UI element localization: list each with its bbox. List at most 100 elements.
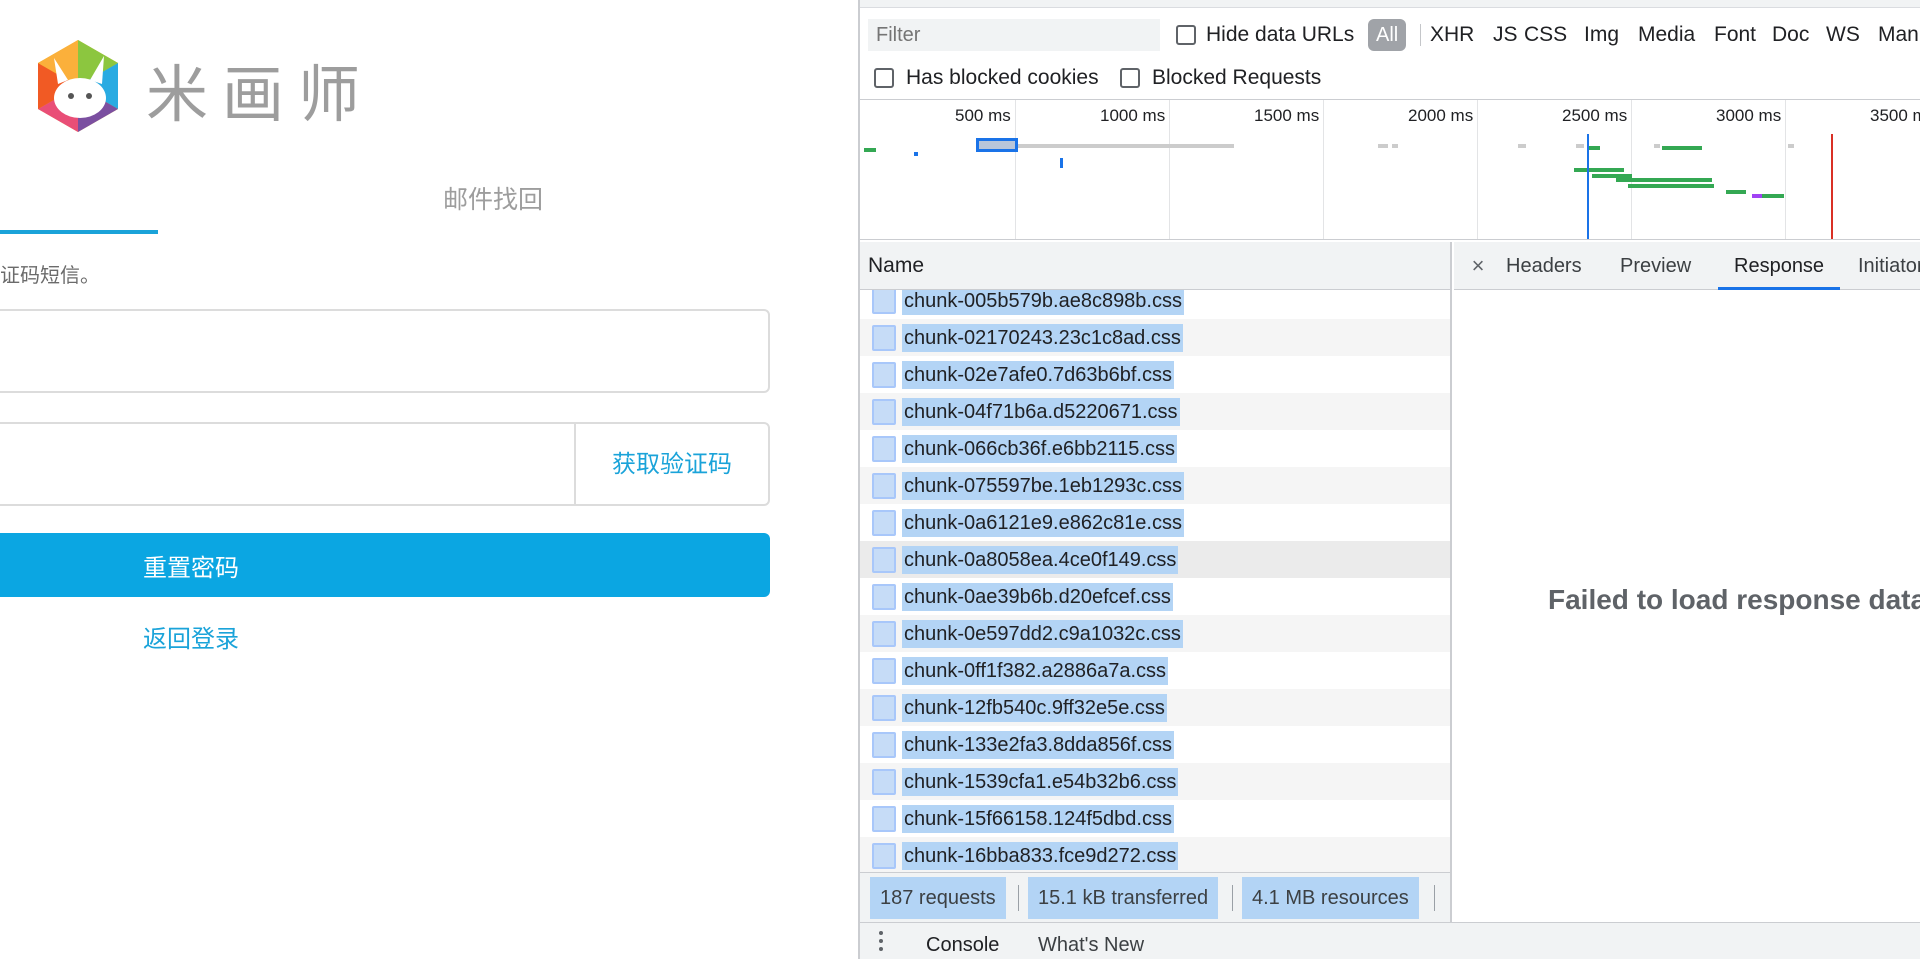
timeline-gridline: [1015, 100, 1016, 239]
response-panel: Failed to load response data: [1454, 290, 1920, 922]
type-filter-doc[interactable]: Doc: [1772, 19, 1809, 51]
request-row[interactable]: chunk-02170243.23c1c8ad.css: [860, 319, 1450, 356]
filter-toolbar: Hide data URLs All XHR JS CSS Img Media …: [860, 8, 1920, 62]
request-row[interactable]: chunk-075597be.1eb1293c.css: [860, 467, 1450, 504]
request-row[interactable]: chunk-0ff1f382.a2886a7a.css: [860, 652, 1450, 689]
timeline-tick-label: 500 ms: [955, 106, 1011, 125]
type-filter-ws[interactable]: WS: [1826, 19, 1860, 51]
summary-resources: 4.1 MB resources: [1242, 877, 1419, 919]
mihuashi-logo-icon: [38, 40, 118, 132]
hide-data-urls-checkbox[interactable]: [1176, 25, 1196, 45]
timeline-gridline: [1323, 100, 1324, 239]
stylesheet-file-icon: [872, 510, 896, 536]
tab-response[interactable]: Response: [1718, 242, 1841, 290]
drawer-tabbar: Console What's New: [860, 922, 1920, 959]
request-name: chunk-1539cfa1.e54b32b6.css: [902, 768, 1179, 796]
phone-input[interactable]: [0, 309, 770, 393]
timeline-bar: [1378, 144, 1388, 148]
more-options-icon[interactable]: [876, 929, 886, 957]
request-row[interactable]: chunk-15f66158.124f5dbd.css: [860, 800, 1450, 837]
tab-email-recovery[interactable]: 邮件找回: [443, 183, 543, 217]
request-row[interactable]: chunk-02e7afe0.7d63b6bf.css: [860, 356, 1450, 393]
type-filter-font[interactable]: Font: [1714, 19, 1756, 51]
stylesheet-file-icon: [872, 695, 896, 721]
request-row[interactable]: chunk-0a6121e9.e862c81e.css: [860, 504, 1450, 541]
request-row[interactable]: chunk-04f71b6a.d5220671.css: [860, 393, 1450, 430]
blocked-requests-label: Blocked Requests: [1152, 66, 1322, 89]
drawer-tab-console[interactable]: Console: [926, 931, 999, 959]
tab-initiator[interactable]: Initiator: [1858, 242, 1920, 290]
timeline-bar: [1392, 144, 1398, 148]
active-tab-underline: [0, 230, 158, 234]
type-filter-css[interactable]: CSS: [1524, 19, 1567, 51]
timeline-gridline: [1169, 100, 1170, 239]
request-name: chunk-02170243.23c1c8ad.css: [902, 324, 1183, 352]
timeline-selection-window[interactable]: [976, 138, 1018, 152]
request-name: chunk-02e7afe0.7d63b6bf.css: [902, 361, 1174, 389]
request-row[interactable]: chunk-0a8058ea.4ce0f149.css: [860, 541, 1450, 578]
verification-code-input[interactable]: [0, 424, 576, 504]
timeline-bar: [1654, 144, 1660, 148]
request-detail-tabs: × Headers Preview Response Initiator: [1454, 242, 1920, 290]
timeline-gridline: [1477, 100, 1478, 239]
blocked-requests-checkbox[interactable]: [1120, 68, 1140, 88]
stylesheet-file-icon: [872, 806, 896, 832]
timeline-gridline: [1785, 100, 1786, 239]
timeline-bar: [1060, 158, 1063, 168]
timeline-tick-label: 3500 ms: [1870, 106, 1920, 125]
devtools-panel: Hide data URLs All XHR JS CSS Img Media …: [858, 0, 1920, 959]
request-row[interactable]: chunk-1539cfa1.e54b32b6.css: [860, 763, 1450, 800]
network-overview-timeline[interactable]: 500 ms 1000 ms 1500 ms 2000 ms 2500 ms 3…: [860, 100, 1920, 240]
request-row[interactable]: chunk-16bba833.fce9d272.css: [860, 837, 1450, 872]
request-row[interactable]: chunk-066cb36f.e6bb2115.css: [860, 430, 1450, 467]
timeline-bar: [1518, 144, 1526, 148]
blocked-filter-row: Has blocked cookies Blocked Requests: [860, 62, 1920, 100]
request-name: chunk-15f66158.124f5dbd.css: [902, 805, 1174, 833]
close-icon[interactable]: ×: [1464, 242, 1492, 290]
request-row[interactable]: chunk-0ae39b6b.d20efcef.css: [860, 578, 1450, 615]
get-code-button[interactable]: 获取验证码: [576, 424, 768, 504]
timeline-bar: [1616, 178, 1712, 182]
summary-requests: 187 requests: [870, 877, 1006, 919]
hide-data-urls-label: Hide data URLs: [1206, 23, 1355, 46]
filter-input[interactable]: [868, 19, 1160, 51]
request-row[interactable]: chunk-005b579b.ae8c898b.css: [860, 290, 1450, 319]
stylesheet-file-icon: [872, 436, 896, 462]
devtools-toolbar-edge: [860, 0, 1920, 8]
reset-password-button[interactable]: 重置密码: [0, 533, 770, 597]
type-filter-img[interactable]: Img: [1584, 19, 1619, 51]
type-filter-xhr[interactable]: XHR: [1430, 19, 1474, 51]
timeline-bar: [1576, 144, 1584, 148]
stylesheet-file-icon: [872, 732, 896, 758]
drawer-tab-whats-new[interactable]: What's New: [1038, 931, 1144, 959]
timeline-bar: [1628, 184, 1714, 188]
stylesheet-file-icon: [872, 584, 896, 610]
sms-hint-text: 证码短信。: [0, 263, 100, 287]
type-filter-media[interactable]: Media: [1638, 19, 1695, 51]
back-to-login-link[interactable]: 返回登录: [143, 622, 239, 656]
summary-separator: [1232, 885, 1233, 911]
tab-preview[interactable]: Preview: [1620, 242, 1691, 290]
logo-text: 米画师: [146, 58, 375, 131]
request-name: chunk-0e597dd2.c9a1032c.css: [902, 620, 1183, 648]
timeline-bar: [1726, 190, 1746, 194]
timeline-bar: [864, 148, 876, 152]
request-row[interactable]: chunk-0e597dd2.c9a1032c.css: [860, 615, 1450, 652]
request-row[interactable]: chunk-12fb540c.9ff32e5e.css: [860, 689, 1450, 726]
name-column-header[interactable]: Name: [860, 242, 1452, 290]
stylesheet-file-icon: [872, 621, 896, 647]
request-list: chunk-005b579b.ae8c898b.css chunk-021702…: [860, 290, 1452, 872]
type-filter-all[interactable]: All: [1368, 19, 1407, 51]
timeline-bar: [1788, 144, 1794, 148]
tab-headers[interactable]: Headers: [1506, 242, 1582, 290]
request-name: chunk-12fb540c.9ff32e5e.css: [902, 694, 1167, 722]
summary-transferred: 15.1 kB transferred: [1028, 877, 1219, 919]
has-blocked-cookies-checkbox[interactable]: [874, 68, 894, 88]
type-filter-manifest[interactable]: Man: [1878, 19, 1919, 51]
request-row[interactable]: chunk-133e2fa3.8dda856f.css: [860, 726, 1450, 763]
timeline-bar: [914, 152, 918, 156]
request-name: chunk-16bba833.fce9d272.css: [902, 842, 1179, 870]
request-name: chunk-133e2fa3.8dda856f.css: [902, 731, 1174, 759]
stylesheet-file-icon: [872, 769, 896, 795]
type-filter-js[interactable]: JS: [1493, 19, 1518, 51]
